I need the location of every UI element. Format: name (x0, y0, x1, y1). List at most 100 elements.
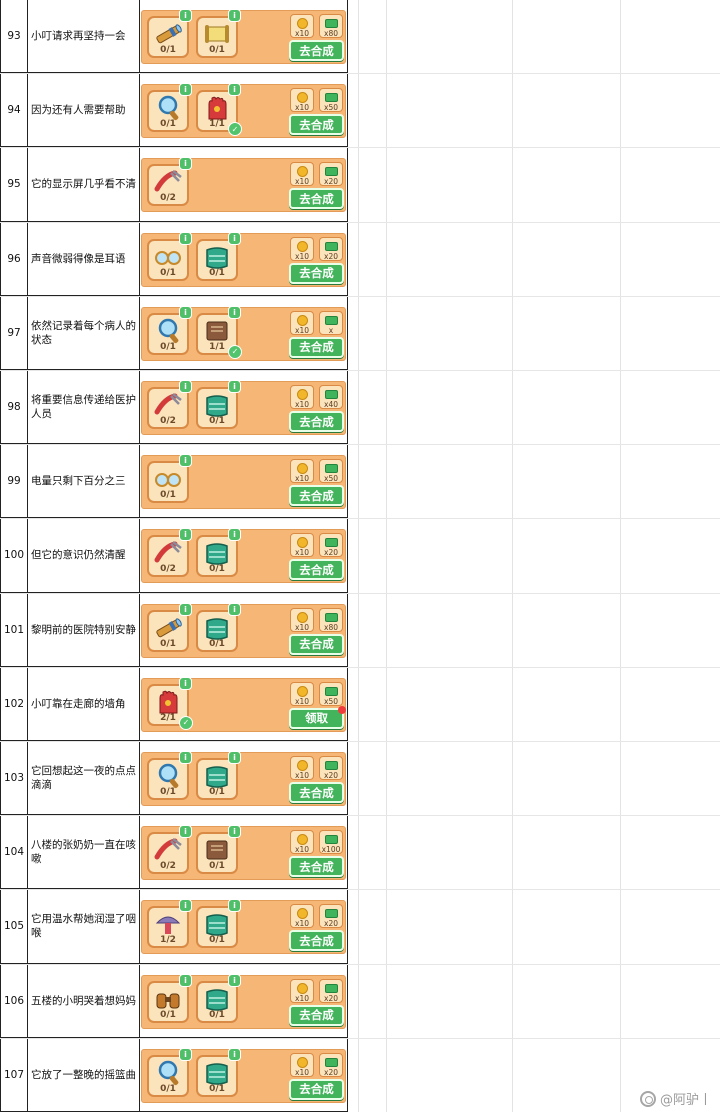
button-label: 去合成 (299, 562, 334, 577)
item-quantity: 0/1 (209, 1009, 225, 1020)
info-icon[interactable]: i (179, 157, 192, 171)
item-slot[interactable]: 0/1 i (147, 83, 192, 133)
item-slot[interactable]: 0/1 i (196, 380, 241, 429)
go-synthesize-button[interactable]: 去合成 (289, 336, 344, 358)
reward-coin: x10 (290, 385, 314, 409)
item-slot[interactable]: 0/1 i (196, 825, 241, 875)
task-card: 0/1 i 0/1 i x10 x20 去合成 (141, 1047, 346, 1103)
info-icon[interactable]: i (179, 602, 192, 616)
reward-cash: x20 (319, 162, 343, 187)
info-icon[interactable]: i (228, 973, 241, 987)
button-label: 去合成 (299, 266, 334, 281)
info-icon[interactable]: i (179, 454, 192, 468)
info-icon[interactable]: i (228, 1047, 241, 1061)
item-slot[interactable]: 0/1 i (196, 899, 241, 949)
item-slot[interactable]: 0/1 i (147, 9, 192, 58)
info-icon[interactable]: i (179, 676, 192, 690)
info-icon[interactable]: i (228, 305, 241, 319)
info-icon[interactable]: i (179, 83, 192, 97)
reward-amount: x10 (295, 400, 309, 409)
row-description: 小叮请求再坚持一会 (28, 0, 140, 74)
reward-cash: x (319, 310, 343, 335)
item-slot[interactable]: 1/1 i ✓ (196, 83, 242, 137)
info-icon[interactable]: i (228, 899, 241, 913)
info-icon[interactable]: i (179, 751, 192, 764)
info-icon[interactable]: i (179, 231, 192, 245)
item-slot[interactable]: 0/1 i (147, 973, 192, 1023)
info-icon[interactable]: i (179, 380, 192, 393)
table-row: 104 八楼的张奶奶一直在咳嗽 0/2 i 0/1 i x10 x100 去合成 (0, 816, 720, 891)
go-synthesize-button[interactable]: 去合成 (289, 114, 344, 136)
item-slot[interactable]: 0/1 i (147, 454, 192, 504)
item-slot[interactable]: 0/1 i (196, 751, 241, 800)
row-number: 101 (0, 593, 28, 667)
cash-icon (325, 835, 338, 845)
table-row: 102 小叮靠在走廊的墙角 2/1 i ✓ x10 x50 领取 (0, 667, 720, 742)
info-icon[interactable]: i (179, 528, 192, 542)
go-synthesize-button[interactable]: 去合成 (289, 930, 344, 952)
item-slot[interactable]: 0/1 i (196, 602, 241, 652)
reward-cash: x20 (319, 904, 343, 929)
go-synthesize-button[interactable]: 去合成 (289, 1078, 344, 1100)
item-slot[interactable]: 0/2 i (147, 825, 192, 875)
item-slot[interactable]: 0/2 i (147, 528, 192, 578)
go-synthesize-button[interactable]: 去合成 (289, 1004, 344, 1026)
item-slot[interactable]: 1/2 i (147, 899, 192, 949)
info-icon[interactable]: i (228, 602, 241, 616)
watermark-text: @阿驴丨 (659, 1093, 712, 1108)
reward-coin: x10 (290, 88, 314, 113)
info-icon[interactable]: i (228, 83, 241, 97)
go-synthesize-button[interactable]: 去合成 (289, 188, 344, 210)
info-icon[interactable]: i (179, 9, 192, 22)
item-slot[interactable]: 0/1 i (147, 231, 192, 281)
item-slot[interactable]: 0/1 i (147, 602, 192, 652)
go-synthesize-button[interactable]: 去合成 (289, 633, 344, 655)
binoculars-icon (152, 985, 184, 1013)
row-description: 五楼的小明哭着想妈妈 (28, 964, 140, 1038)
info-icon[interactable]: i (228, 380, 241, 393)
item-slot[interactable]: 0/1 i (196, 973, 241, 1023)
item-slot[interactable]: 0/1 i (196, 9, 241, 58)
magnifier-icon (152, 94, 184, 122)
go-synthesize-button[interactable]: 去合成 (289, 40, 344, 61)
screenshot-cell: 2/1 i ✓ x10 x50 领取 (140, 667, 348, 741)
row-description: 小叮靠在走廊的墙角 (28, 667, 140, 741)
info-icon[interactable]: i (179, 973, 192, 987)
cash-icon (325, 686, 338, 696)
item-slot[interactable]: 0/2 i (147, 380, 192, 429)
claim-button[interactable]: 领取 (289, 705, 346, 729)
table-row: 105 它用温水帮她润湿了咽喉 1/2 i 0/1 i x10 x20 去合成 (0, 890, 720, 965)
info-icon[interactable]: i (179, 899, 192, 913)
button-label: 去合成 (299, 414, 334, 429)
go-synthesize-button[interactable]: 去合成 (289, 411, 344, 432)
item-slot[interactable]: 0/1 i (147, 1047, 192, 1097)
item-slot[interactable]: 0/1 i (147, 305, 192, 355)
coin-icon (297, 611, 308, 623)
item-slot[interactable]: 0/1 i (196, 528, 241, 578)
item-slot[interactable]: 0/1 i (147, 751, 192, 800)
go-synthesize-button[interactable]: 去合成 (289, 559, 344, 581)
row-description: 黎明前的医院特别安静 (28, 593, 140, 667)
item-slot[interactable]: 0/1 i (196, 231, 241, 281)
info-icon[interactable]: i (179, 825, 192, 839)
button-label: 去合成 (299, 637, 334, 652)
cash-icon (325, 1057, 338, 1067)
info-icon[interactable]: i (228, 9, 241, 22)
info-icon[interactable]: i (228, 751, 241, 764)
reward-amount: x20 (324, 1067, 338, 1077)
button-label: 领取 (305, 711, 328, 726)
go-synthesize-button[interactable]: 去合成 (289, 856, 344, 878)
info-icon[interactable]: i (228, 825, 241, 839)
reward-cash: x20 (319, 533, 343, 558)
info-icon[interactable]: i (228, 231, 241, 245)
info-icon[interactable]: i (228, 528, 241, 542)
item-slot[interactable]: 0/2 i (147, 157, 192, 207)
go-synthesize-button[interactable]: 去合成 (289, 262, 344, 284)
go-synthesize-button[interactable]: 去合成 (289, 485, 344, 507)
item-slot[interactable]: 2/1 i ✓ (147, 676, 193, 730)
info-icon[interactable]: i (179, 1047, 192, 1061)
item-slot[interactable]: 1/1 i ✓ (196, 305, 242, 359)
info-icon[interactable]: i (179, 305, 192, 319)
item-slot[interactable]: 0/1 i (196, 1047, 241, 1097)
go-synthesize-button[interactable]: 去合成 (289, 782, 344, 803)
